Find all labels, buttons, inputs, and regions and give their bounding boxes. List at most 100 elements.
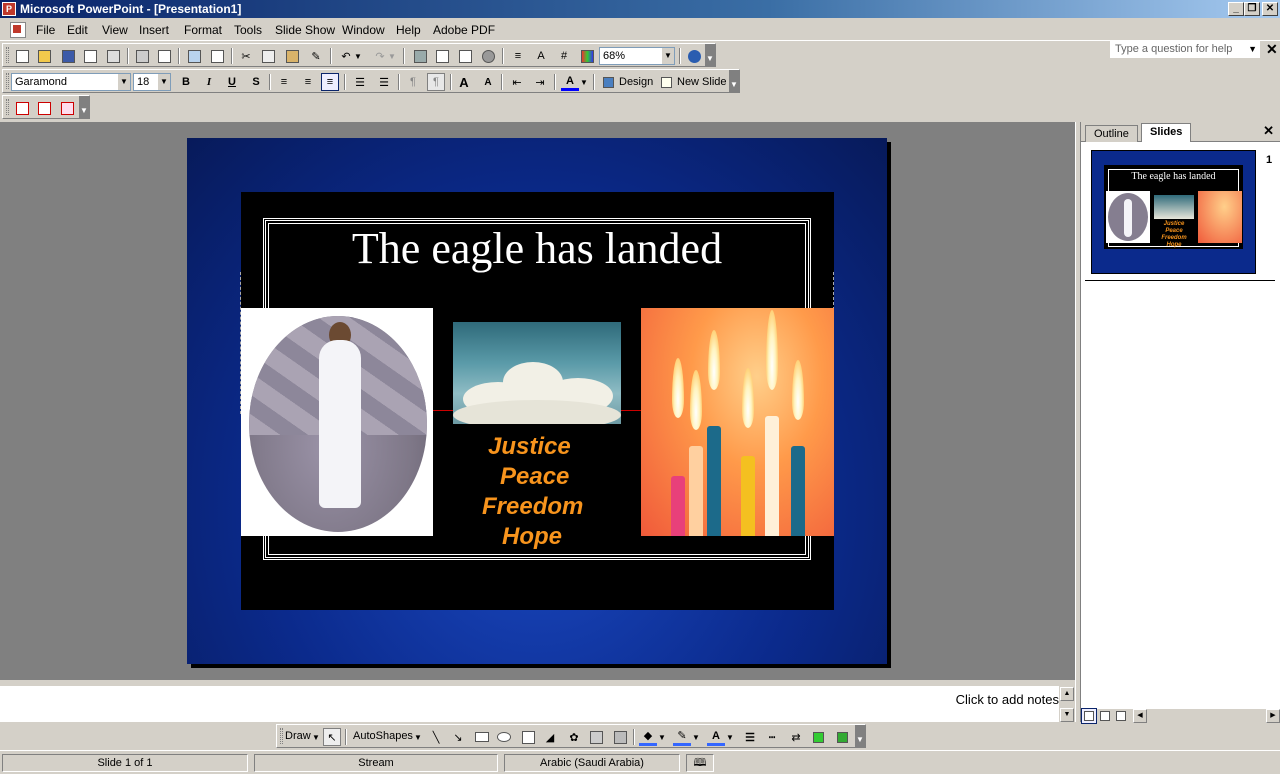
print-preview-icon[interactable] [155, 47, 173, 65]
toolbar-options-icon[interactable]: ▼ [705, 44, 715, 66]
arrow-icon[interactable]: ↘ [449, 728, 467, 746]
slide-title[interactable]: The eagle has landed [266, 222, 808, 276]
zoom-select[interactable]: 68% ▼ [599, 47, 675, 65]
bullets-icon[interactable]: ☰ [375, 73, 393, 91]
bold-button[interactable]: B [177, 73, 195, 91]
menu-window[interactable]: Window [342, 23, 385, 37]
align-right-icon[interactable]: ≡ [321, 73, 339, 91]
chevron-down-icon[interactable]: ▼ [662, 48, 674, 64]
new-slide-button[interactable]: New Slide [677, 76, 727, 88]
chevron-down-icon[interactable]: ▼ [1248, 41, 1257, 57]
toolbar-options-icon[interactable]: ▼ [729, 70, 739, 92]
horizontal-scrollbar[interactable]: ◀ ▶ [1081, 708, 1280, 724]
menu-format[interactable]: Format [184, 23, 222, 37]
line-style-icon[interactable]: ☰ [741, 728, 759, 746]
3d-style-icon[interactable] [833, 728, 851, 746]
insert-hyperlink-icon[interactable] [479, 47, 497, 65]
slide-thumbnail[interactable]: The eagle has landed Justice Peace Freed… [1091, 150, 1256, 274]
undo-dropdown-icon[interactable]: ▼ [353, 47, 363, 65]
spelling-icon[interactable] [185, 47, 203, 65]
notes-scrollbar[interactable]: ▲ ▼ [1059, 686, 1075, 724]
chevron-down-icon[interactable]: ▼ [725, 728, 735, 746]
tab-slides[interactable]: Slides [1141, 123, 1192, 142]
arrow-style-icon[interactable]: ⇄ [787, 728, 805, 746]
close-window-button[interactable]: ✕ [1262, 2, 1278, 16]
expand-all-icon[interactable]: ≡ [509, 47, 527, 65]
permission-icon[interactable] [81, 47, 99, 65]
clip-art-icon[interactable] [587, 728, 605, 746]
convert-email-pdf-icon[interactable] [35, 99, 53, 117]
review-pdf-icon[interactable] [58, 99, 76, 117]
decrease-font-icon[interactable]: A [479, 73, 497, 91]
menu-slide-show[interactable]: Slide Show [275, 23, 335, 37]
new-slide-icon[interactable] [657, 73, 675, 91]
dash-style-icon[interactable]: ┅ [763, 728, 781, 746]
line-icon[interactable]: ╲ [427, 728, 445, 746]
font-color-icon[interactable]: A [707, 728, 725, 746]
select-objects-icon[interactable]: ↖ [323, 728, 341, 746]
fill-color-icon[interactable]: ◆ [639, 728, 657, 746]
autoshapes-menu-button[interactable]: AutoShapes [353, 730, 413, 742]
menu-insert[interactable]: Insert [139, 23, 169, 37]
align-left-icon[interactable]: ≡ [275, 73, 293, 91]
photo-man-in-white[interactable] [241, 308, 433, 536]
insert-picture-icon[interactable] [611, 728, 629, 746]
chevron-down-icon[interactable]: ▼ [118, 74, 130, 90]
toolbar-grip[interactable] [6, 47, 9, 63]
chevron-down-icon[interactable]: ▼ [691, 728, 701, 746]
print-icon[interactable] [133, 47, 151, 65]
menu-tools[interactable]: Tools [234, 23, 262, 37]
toolbar-grip[interactable] [6, 73, 9, 89]
email-icon[interactable] [104, 47, 122, 65]
font-size-select[interactable]: 18 ▼ [133, 73, 171, 91]
photo-candles[interactable] [641, 308, 834, 536]
menu-edit[interactable]: Edit [67, 23, 88, 37]
menu-file[interactable]: File [36, 23, 55, 37]
scroll-left-icon[interactable]: ◀ [1133, 709, 1147, 723]
decrease-indent-icon[interactable]: ⇤ [508, 73, 526, 91]
chevron-down-icon[interactable]: ▼ [657, 728, 667, 746]
show-formatting-icon[interactable]: A [532, 47, 550, 65]
rectangle-icon[interactable] [473, 728, 491, 746]
show-grid-icon[interactable]: # [555, 47, 573, 65]
scroll-down-icon[interactable]: ▼ [1060, 708, 1074, 722]
shadow-button[interactable]: S [247, 73, 265, 91]
notes-pane[interactable]: Click to add notes ▲ ▼ [0, 684, 1075, 724]
shadow-style-icon[interactable] [809, 728, 827, 746]
font-color-dropdown-icon[interactable]: ▼ [579, 73, 589, 91]
spelling-status-icon[interactable]: 🕮 [686, 754, 714, 772]
toolbar-grip[interactable] [280, 728, 283, 744]
toolbar-grip[interactable] [6, 99, 9, 115]
powerpoint-app-icon[interactable]: P [2, 2, 16, 16]
scroll-up-icon[interactable]: ▲ [1060, 687, 1074, 701]
italic-button[interactable]: I [200, 73, 218, 91]
tables-borders-icon[interactable] [456, 47, 474, 65]
menu-view[interactable]: View [102, 23, 128, 37]
wordart-icon[interactable]: ◢ [541, 728, 559, 746]
paste-icon[interactable] [283, 47, 301, 65]
tab-outline[interactable]: Outline [1085, 125, 1138, 142]
color-grayscale-icon[interactable] [578, 47, 596, 65]
help-icon[interactable] [685, 47, 703, 65]
values-text-box[interactable]: Justice Peace Freedom Hope [470, 432, 610, 552]
align-center-icon[interactable]: ≡ [299, 73, 317, 91]
increase-indent-icon[interactable]: ⇥ [531, 73, 549, 91]
close-pane-button[interactable]: ✕ [1263, 123, 1274, 139]
left-to-right-icon[interactable]: ¶ [404, 73, 422, 91]
chevron-down-icon[interactable]: ▼ [158, 74, 170, 90]
draw-menu-button[interactable]: Draw [285, 730, 311, 742]
line-color-icon[interactable]: ✎ [673, 728, 691, 746]
copy-icon[interactable] [259, 47, 277, 65]
insert-chart-icon[interactable] [411, 47, 429, 65]
text-box-icon[interactable] [519, 728, 537, 746]
photo-clouds[interactable] [453, 322, 621, 424]
convert-to-pdf-icon[interactable] [13, 99, 31, 117]
menu-adobe-pdf[interactable]: Adobe PDF [433, 23, 495, 37]
minimize-button[interactable]: _ [1228, 2, 1244, 16]
design-button[interactable]: Design [619, 76, 653, 88]
oval-icon[interactable] [495, 728, 513, 746]
increase-font-icon[interactable]: A [455, 73, 473, 91]
document-icon[interactable] [10, 22, 26, 38]
open-icon[interactable] [35, 47, 53, 65]
font-select[interactable]: Garamond ▼ [11, 73, 131, 91]
